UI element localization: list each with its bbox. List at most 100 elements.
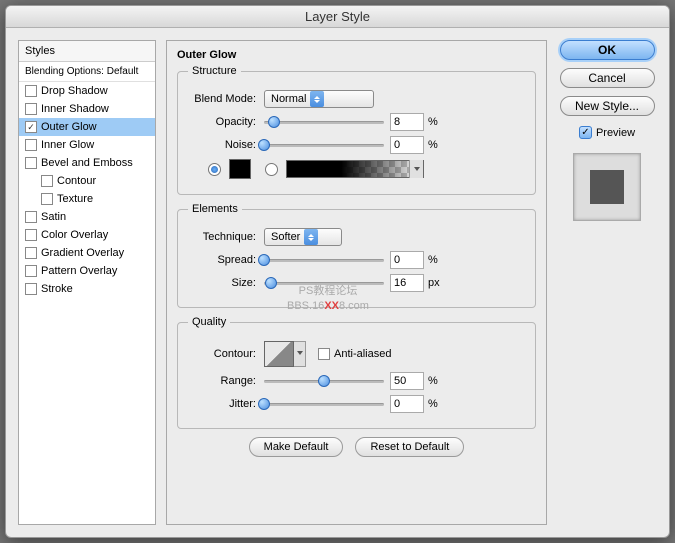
blend-mode-dropdown[interactable]: Normal [264,90,374,108]
action-buttons: OK Cancel New Style... Preview [557,40,657,525]
structure-legend: Structure [188,65,241,77]
style-checkbox[interactable] [25,121,37,133]
style-label: Inner Shadow [41,103,109,115]
gradient-radio[interactable] [265,163,278,176]
color-radio[interactable] [208,163,221,176]
noise-label: Noise: [188,139,256,151]
opacity-input[interactable] [390,113,424,131]
style-checkbox[interactable] [25,265,37,277]
style-item-contour[interactable]: Contour [19,172,155,190]
spread-input[interactable] [390,251,424,269]
chevron-updown-icon [304,229,318,245]
style-item-inner-shadow[interactable]: Inner Shadow [19,100,155,118]
style-item-outer-glow[interactable]: Outer Glow [19,118,155,136]
style-item-stroke[interactable]: Stroke [19,280,155,298]
reset-default-button[interactable]: Reset to Default [355,437,464,457]
range-input[interactable] [390,372,424,390]
style-label: Outer Glow [41,121,97,133]
style-label: Pattern Overlay [41,265,117,277]
style-checkbox[interactable] [25,85,37,97]
quality-legend: Quality [188,316,230,328]
jitter-label: Jitter: [188,398,256,410]
technique-value: Softer [271,231,300,243]
style-checkbox[interactable] [25,247,37,259]
noise-input[interactable] [390,136,424,154]
style-item-satin[interactable]: Satin [19,208,155,226]
style-label: Color Overlay [41,229,108,241]
noise-slider[interactable] [264,138,384,152]
style-checkbox[interactable] [25,211,37,223]
style-checkbox[interactable] [25,103,37,115]
spread-label: Spread: [188,254,256,266]
cancel-button[interactable]: Cancel [560,68,655,88]
style-label: Inner Glow [41,139,94,151]
jitter-slider[interactable] [264,397,384,411]
style-item-pattern-overlay[interactable]: Pattern Overlay [19,262,155,280]
style-item-drop-shadow[interactable]: Drop Shadow [19,82,155,100]
size-label: Size: [188,277,256,289]
size-input[interactable] [390,274,424,292]
style-label: Satin [41,211,66,223]
elements-legend: Elements [188,203,242,215]
blend-mode-value: Normal [271,93,306,105]
style-checkbox[interactable] [25,229,37,241]
settings-panel: Outer Glow Structure Blend Mode: Normal … [166,40,547,525]
size-unit: px [428,277,440,289]
style-label: Gradient Overlay [41,247,124,259]
preview-thumbnail [573,153,641,221]
styles-list: Styles Blending Options: Default Drop Sh… [18,40,156,525]
styles-header[interactable]: Styles [19,41,155,62]
range-slider[interactable] [264,374,384,388]
blending-options[interactable]: Blending Options: Default [19,62,155,82]
window-title: Layer Style [6,6,669,28]
chevron-down-icon[interactable] [294,341,306,367]
make-default-button[interactable]: Make Default [249,437,344,457]
new-style-button[interactable]: New Style... [560,96,655,116]
style-item-texture[interactable]: Texture [19,190,155,208]
style-checkbox[interactable] [25,283,37,295]
layer-style-dialog: Layer Style Styles Blending Options: Def… [5,5,670,538]
opacity-slider[interactable] [264,115,384,129]
ok-button[interactable]: OK [560,40,655,60]
preview-label: Preview [596,127,635,139]
technique-dropdown[interactable]: Softer [264,228,342,246]
spread-slider[interactable] [264,253,384,267]
opacity-label: Opacity: [188,116,256,128]
quality-group: Quality Contour: Anti-aliased Range: % J… [177,316,536,429]
range-label: Range: [188,375,256,387]
structure-group: Structure Blend Mode: Normal Opacity: % … [177,65,536,195]
range-unit: % [428,375,438,387]
style-label: Contour [57,175,96,187]
gradient-picker[interactable] [286,160,424,178]
elements-group: Elements Technique: Softer Spread: % Siz… [177,203,536,308]
color-swatch[interactable] [229,159,251,179]
style-label: Bevel and Emboss [41,157,133,169]
style-item-gradient-overlay[interactable]: Gradient Overlay [19,244,155,262]
style-checkbox[interactable] [25,157,37,169]
technique-label: Technique: [188,231,256,243]
style-label: Texture [57,193,93,205]
style-checkbox[interactable] [41,175,53,187]
jitter-input[interactable] [390,395,424,413]
panel-title: Outer Glow [177,49,536,61]
size-slider[interactable] [264,276,384,290]
contour-label: Contour: [188,348,256,360]
antialiased-checkbox[interactable] [318,348,330,360]
contour-picker[interactable] [264,341,294,367]
style-label: Drop Shadow [41,85,108,97]
opacity-unit: % [428,116,438,128]
style-checkbox[interactable] [25,139,37,151]
blend-mode-label: Blend Mode: [188,93,256,105]
style-checkbox[interactable] [41,193,53,205]
style-item-inner-glow[interactable]: Inner Glow [19,136,155,154]
antialiased-label: Anti-aliased [334,348,391,360]
style-item-color-overlay[interactable]: Color Overlay [19,226,155,244]
style-item-bevel-and-emboss[interactable]: Bevel and Emboss [19,154,155,172]
jitter-unit: % [428,398,438,410]
preview-checkbox[interactable] [579,126,592,139]
chevron-updown-icon [310,91,324,107]
spread-unit: % [428,254,438,266]
noise-unit: % [428,139,438,151]
style-label: Stroke [41,283,73,295]
chevron-down-icon[interactable] [409,160,423,178]
